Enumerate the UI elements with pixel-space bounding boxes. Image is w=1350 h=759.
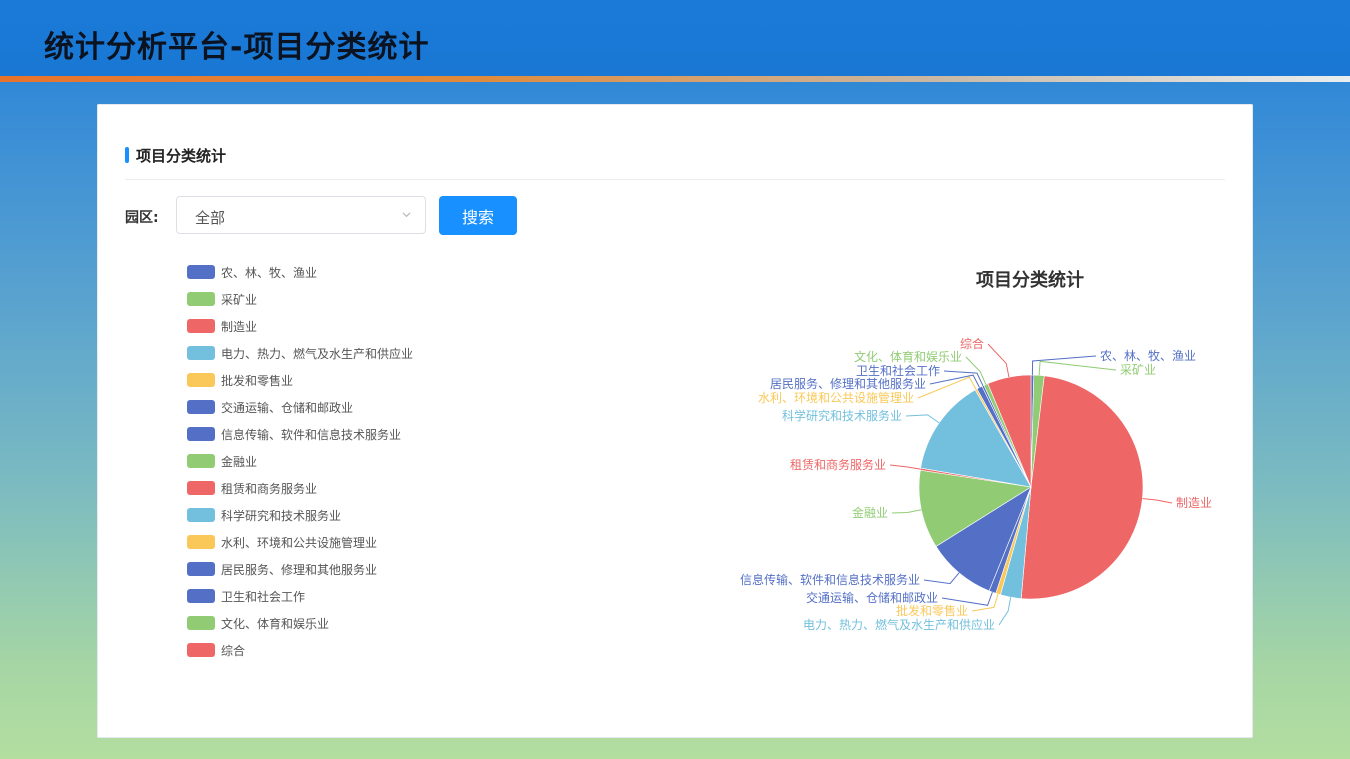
- pie-chart: 农、林、牧、渔业采矿业制造业电力、热力、燃气及水生产和供应业批发和零售业交通运输…: [740, 336, 1212, 632]
- pie-slice-label: 制造业: [1176, 496, 1212, 510]
- pie-slice-label: 交通运输、仓储和邮政业: [806, 590, 938, 605]
- pie-label-line: [987, 343, 1010, 378]
- pie-slice-label: 卫生和社会工作: [856, 363, 940, 378]
- pie-label-line: [998, 597, 1012, 626]
- pie-label-line: [905, 414, 940, 424]
- pie-slice-label: 租赁和商务服务业: [790, 457, 886, 472]
- pie-slice-label: 信息传输、软件和信息技术服务业: [740, 572, 920, 587]
- pie-label-line: [923, 572, 960, 585]
- pie-slice-label: 金融业: [852, 505, 888, 520]
- pie-slice-label: 批发和零售业: [896, 603, 968, 618]
- pie-label-line: [889, 464, 921, 470]
- pie-slice-label: 文化、体育和娱乐业: [854, 349, 962, 364]
- pie-label-line: [1142, 498, 1173, 504]
- pie-label-line: [971, 593, 999, 612]
- pie-slice-label: 水利、环境和公共设施管理业: [758, 390, 914, 405]
- pie-label-line: [1031, 355, 1097, 376]
- pie-label-line: [1038, 360, 1117, 376]
- pie-slice-label: 科学研究和技术服务业: [782, 408, 902, 423]
- pie-slice-label: 农、林、牧、渔业: [1100, 349, 1196, 363]
- pie-slice-label: 电力、热力、燃气及水生产和供应业: [803, 617, 995, 632]
- pie-slice-label: 综合: [960, 336, 984, 351]
- pie-slice-label: 采矿业: [1120, 363, 1156, 377]
- pie-label-line: [891, 509, 922, 514]
- pie-slice-label: 居民服务、修理和其他服务业: [770, 376, 926, 391]
